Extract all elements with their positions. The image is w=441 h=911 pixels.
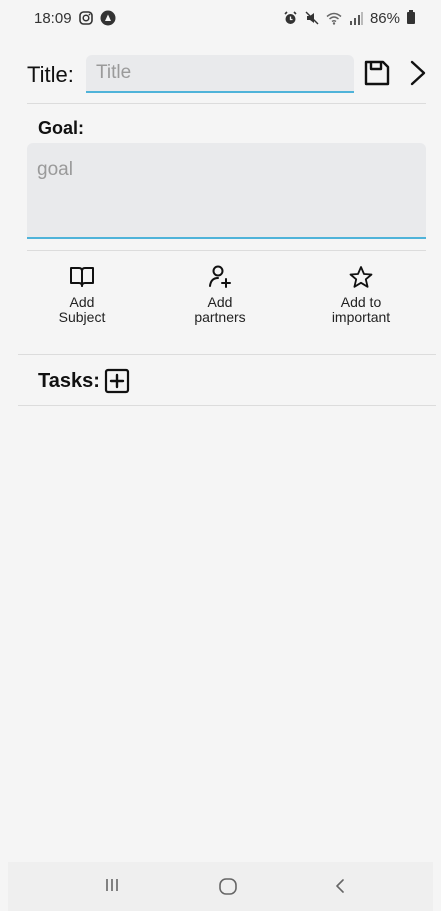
status-bar: 18:09 86%	[0, 0, 441, 36]
home-button[interactable]	[218, 876, 238, 901]
divider-goal	[27, 250, 426, 251]
tasks-row: Tasks:	[38, 366, 130, 396]
save-icon	[364, 60, 390, 86]
app-notification-icon	[100, 10, 116, 26]
tasks-label: Tasks:	[38, 369, 100, 392]
divider-top	[27, 103, 426, 104]
add-to-important-button[interactable]: Add to important	[306, 265, 416, 325]
add-subject-button[interactable]: Add Subject	[27, 265, 137, 325]
status-time: 18:09	[34, 9, 72, 27]
save-button[interactable]	[362, 58, 392, 88]
battery-icon	[407, 10, 415, 24]
status-right: 86%	[283, 10, 415, 27]
alarm-icon	[283, 11, 298, 25]
title-row: Title:	[0, 52, 441, 98]
star-icon	[349, 266, 373, 288]
back-button[interactable]	[333, 876, 347, 901]
mute-icon	[305, 11, 319, 25]
actions-row: Add Subject Add partners Add to importan…	[0, 265, 441, 340]
recents-button[interactable]	[104, 876, 120, 899]
home-icon	[219, 878, 237, 895]
screen: 18:09 86% Title: Title Goal: goal Add Su…	[0, 0, 441, 911]
book-icon	[70, 267, 94, 287]
goal-input[interactable]	[27, 143, 426, 239]
title-input[interactable]	[86, 55, 354, 93]
back-icon	[336, 879, 344, 893]
instagram-icon	[78, 11, 93, 25]
add-subject-label: Add Subject	[58, 294, 106, 325]
add-person-icon	[209, 265, 231, 288]
title-label: Title:	[27, 62, 74, 87]
next-button[interactable]	[406, 58, 430, 88]
nav-bar	[8, 862, 433, 911]
divider-tasks	[18, 405, 436, 406]
battery-percent: 86%	[369, 9, 400, 27]
signal-icon	[349, 11, 363, 25]
status-left: 18:09	[34, 10, 116, 27]
chevron-right-icon	[410, 60, 426, 86]
add-task-button[interactable]	[104, 368, 130, 394]
add-partners-button[interactable]: Add partners	[165, 265, 275, 325]
recents-icon	[106, 879, 118, 891]
add-partners-label: Add partners	[194, 294, 246, 325]
goal-label: Goal:	[38, 118, 85, 138]
plus-box-icon	[104, 368, 129, 394]
divider-actions	[18, 354, 436, 355]
add-to-important-label: Add to important	[331, 294, 391, 325]
wifi-icon	[326, 12, 342, 25]
